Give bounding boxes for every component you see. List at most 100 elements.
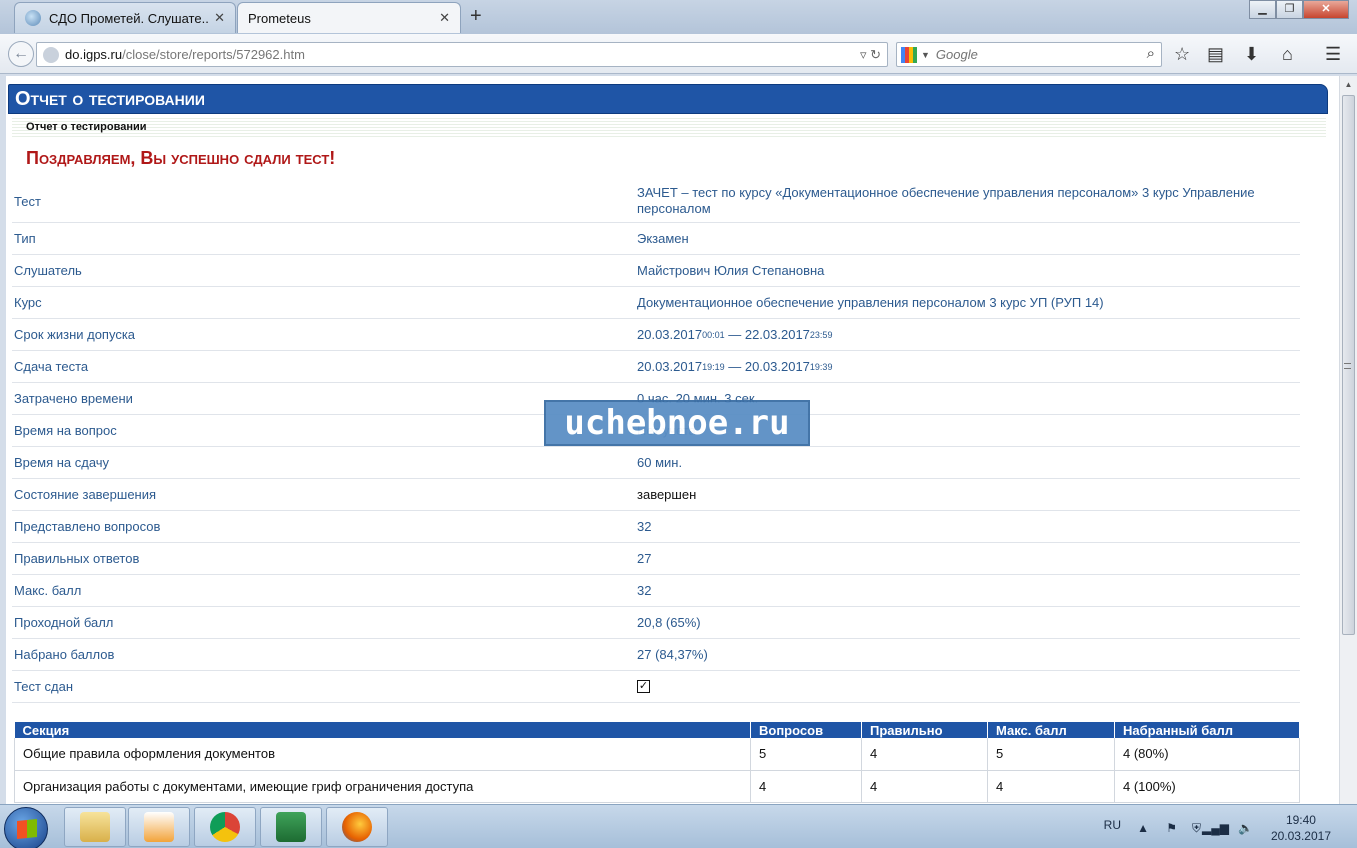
browser-titlebar: СДО Прометей. Слушате... ✕ Prometeus ✕ +…	[0, 0, 1357, 34]
table-cell: Организация работы с документами, имеющи…	[14, 770, 751, 803]
table-cell: 4	[750, 770, 862, 803]
signal-icon[interactable]: ▂▄▆	[1202, 821, 1229, 835]
info-value: ЗАЧЕТ – тест по курсу «Документационное …	[637, 185, 1255, 216]
info-row-correct-answers: Правильных ответов 27	[12, 543, 1300, 575]
search-engine-dropdown-icon[interactable]: ▼	[921, 50, 930, 60]
info-label: Состояние завершения	[14, 487, 157, 502]
info-row-admission-period: Срок жизни допуска 20.03.2017 00:01 — 22.…	[12, 319, 1300, 351]
minimize-icon[interactable]: ▁	[1249, 0, 1276, 19]
home-icon[interactable]: ⌂	[1282, 44, 1293, 65]
taskbar-media-player[interactable]	[128, 807, 190, 847]
volume-icon[interactable]: 🔈	[1238, 821, 1253, 835]
info-label: Макс. балл	[14, 583, 82, 598]
taskbar-excel[interactable]	[260, 807, 322, 847]
info-label: Тест	[14, 193, 41, 209]
start-button[interactable]	[4, 807, 48, 848]
bookmark-star-icon[interactable]: ☆	[1174, 44, 1190, 65]
media-player-icon	[144, 812, 174, 842]
taskbar-chrome[interactable]	[194, 807, 256, 847]
info-value: Майстрович Юлия Степановна	[637, 262, 825, 278]
info-label: Затрачено времени	[14, 391, 133, 406]
end-date: 20.03.2017	[744, 358, 810, 374]
watermark: uchebnoe.ru	[544, 400, 810, 446]
congratulations-message: Поздравляем, Вы успешно сдали тест!	[26, 148, 336, 168]
clock-time: 19:40	[1285, 813, 1316, 827]
table-header-row: Секция Вопросов Правильно Макс. балл Наб…	[14, 722, 1300, 738]
table-cell: 5	[750, 738, 862, 771]
table-cell: 4	[861, 770, 988, 803]
info-label: Представлено вопросов	[14, 519, 161, 534]
start-date: 20.03.2017	[637, 326, 703, 342]
menu-icon[interactable]: ☰	[1325, 44, 1341, 65]
clock-date: 20.03.2017	[1270, 829, 1331, 843]
info-label: Тип	[14, 231, 36, 246]
reload-icon[interactable]: ▿ ↻	[860, 47, 881, 63]
info-row-questions-presented: Представлено вопросов 32	[12, 511, 1300, 543]
taskbar-explorer[interactable]	[64, 807, 126, 847]
url-host: do.igps.ru	[65, 47, 123, 62]
report-header: Отчет о тестировании	[8, 84, 1328, 114]
network-flag-icon[interactable]: ⚑	[1166, 821, 1177, 835]
column-header: Вопросов	[750, 722, 862, 738]
search-input[interactable]	[935, 47, 1136, 62]
report-subtitle: Отчет о тестировании	[26, 121, 147, 133]
checked-checkbox-icon: ✓	[637, 680, 650, 693]
close-tab-icon[interactable]: ✕	[439, 10, 450, 26]
show-hidden-icons-icon[interactable]: ▲	[1137, 821, 1149, 835]
vertical-scrollbar[interactable]: ▲	[1339, 76, 1357, 804]
maximize-icon[interactable]: ❐	[1276, 0, 1303, 19]
column-header: Правильно	[861, 722, 988, 738]
end-date: 22.03.2017	[744, 326, 810, 342]
search-bar[interactable]: ▼ ⌕	[896, 42, 1162, 67]
taskbar: RU ▲ ⚑ ⛨ ▂▄▆ 🔈 19:40 20.03.2017	[0, 804, 1357, 848]
address-bar[interactable]: do.igps.ru/close/store/reports/572962.ht…	[36, 42, 888, 67]
tab-prometeus[interactable]: Prometeus ✕	[237, 2, 461, 33]
info-value: 60 мин.	[637, 454, 683, 470]
search-icon[interactable]: ⌕	[1147, 45, 1155, 62]
url-path: /close/store/reports/572962.htm	[122, 47, 305, 62]
window-controls: ▁ ❐ ✕	[1249, 0, 1349, 19]
bookmarks-list-icon[interactable]: ▤	[1207, 44, 1224, 65]
info-value: 20,8 (65%)	[637, 614, 701, 630]
info-label: Курс	[14, 295, 42, 310]
new-tab-icon[interactable]: +	[470, 5, 482, 28]
taskbar-firefox[interactable]	[326, 807, 388, 847]
info-label: Сдача теста	[14, 359, 89, 374]
column-header: Макс. балл	[987, 722, 1115, 738]
language-indicator[interactable]: RU	[1104, 818, 1121, 832]
scroll-up-icon[interactable]: ▲	[1340, 76, 1357, 93]
table-cell: 4	[987, 770, 1115, 803]
info-label: Время на сдачу	[14, 455, 110, 470]
tab-title: СДО Прометей. Слушате...	[49, 10, 209, 26]
google-icon	[901, 46, 917, 63]
scrollbar-grip-icon	[1344, 363, 1351, 369]
info-row-time-limit: Время на сдачу 60 мин.	[12, 447, 1300, 479]
close-tab-icon[interactable]: ✕	[214, 10, 225, 26]
info-value: 32	[637, 582, 652, 598]
info-value: 20.03.2017 19:19 — 20.03.2017 19:39	[637, 358, 833, 374]
chrome-icon	[210, 812, 240, 842]
folder-icon	[80, 812, 110, 842]
tab-sdo-prometei[interactable]: СДО Прометей. Слушате... ✕	[14, 2, 236, 33]
sections-table: Секция Вопросов Правильно Макс. балл Наб…	[14, 722, 1300, 803]
security-icon[interactable]: ⛨	[1192, 821, 1201, 836]
downloads-icon[interactable]: ⬇	[1244, 44, 1259, 65]
info-label: Время на вопрос	[14, 423, 117, 438]
info-value: 32	[637, 518, 652, 534]
info-value: ✓	[637, 671, 1270, 702]
firefox-icon	[342, 812, 372, 842]
info-value: 20.03.2017 00:01 — 22.03.2017 23:59	[637, 326, 833, 342]
table-row: Общие правила оформления документов 5 4 …	[14, 738, 1300, 771]
info-row-student: Слушатель Майстрович Юлия Степановна	[12, 255, 1300, 287]
back-arrow-icon[interactable]: ←	[8, 41, 34, 67]
site-favicon-icon	[25, 10, 41, 26]
windows-logo-icon	[17, 818, 37, 840]
excel-icon	[276, 812, 306, 842]
info-value: 27 (84,37%)	[637, 646, 708, 662]
clock[interactable]: 19:40 20.03.2017	[1271, 812, 1331, 844]
tab-title: Prometeus	[248, 10, 311, 26]
table-cell: 5	[987, 738, 1115, 771]
close-window-icon[interactable]: ✕	[1303, 0, 1349, 19]
info-label: Проходной балл	[14, 615, 114, 630]
info-value: Документационное обеспечение управления …	[637, 294, 1104, 310]
